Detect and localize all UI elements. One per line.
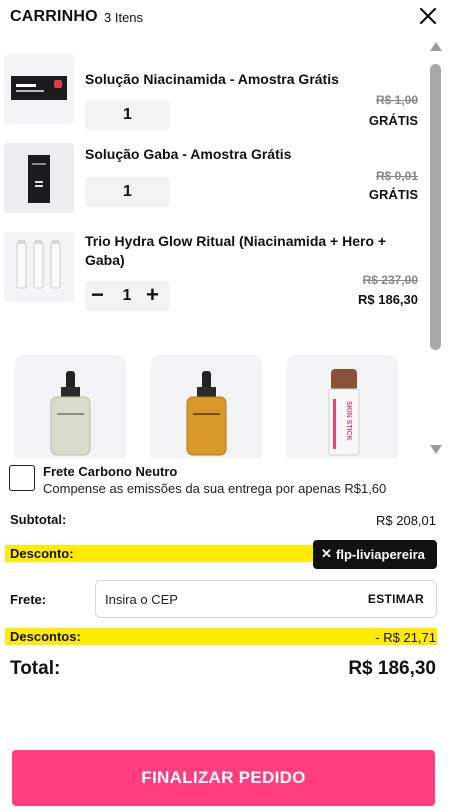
total-value: R$ 186,30 [348, 658, 436, 679]
cart-scrollbar[interactable] [428, 40, 444, 458]
item-name[interactable]: Solução Gaba - Amostra Grátis [85, 145, 415, 164]
decrease-quantity-button[interactable]: − [91, 282, 104, 308]
total-label: Total: [10, 658, 61, 679]
estimate-shipping-button[interactable]: ESTIMAR [368, 592, 424, 606]
cart-title: CARRINHO [10, 8, 98, 25]
quantity-value: 1 [123, 183, 132, 200]
original-price: R$ 237,00 [362, 273, 418, 287]
product-thumbnail[interactable] [4, 143, 74, 213]
close-icon[interactable] [417, 5, 439, 27]
scroll-up-arrow-icon[interactable] [430, 42, 442, 51]
remove-coupon-icon[interactable]: ✕ [321, 546, 332, 562]
current-price: GRÁTIS [368, 113, 418, 128]
subtotal-value: R$ 208,01 [376, 513, 436, 528]
quantity-value: 1 [122, 287, 132, 304]
cart-item: Trio Hydra Glow Ritual (Niacinamida + He… [0, 230, 424, 316]
cep-field: ESTIMAR [95, 580, 437, 618]
item-name[interactable]: Trio Hydra Glow Ritual (Niacinamida + He… [85, 232, 415, 270]
coupon-tag[interactable]: ✕ flp-liviapereira [313, 540, 437, 569]
product-thumbnail[interactable] [4, 232, 74, 302]
cep-input[interactable] [105, 589, 345, 609]
gaba-sachet-image [4, 143, 74, 213]
checkout-button[interactable]: FINALIZAR PEDIDO [12, 750, 435, 806]
item-name[interactable]: Solução Niacinamida - Amostra Grátis [85, 70, 415, 89]
recommendations-carousel: SKIN STICK [0, 355, 424, 458]
quantity-value: 1 [123, 106, 132, 123]
discount-label: Desconto: [10, 546, 74, 561]
niacinamida-box-image [4, 54, 74, 124]
quantity-display: 1 [85, 177, 170, 207]
recommended-product[interactable] [15, 355, 126, 458]
coupon-code: flp-liviapereira [336, 547, 425, 562]
current-price: GRÁTIS [368, 187, 418, 202]
product-thumbnail[interactable] [4, 54, 74, 124]
clear-serum-bottle-image [50, 371, 91, 456]
discounts-label: Descontos: [10, 629, 81, 644]
carbon-neutral-title: Frete Carbono Neutro [43, 464, 178, 479]
scroll-down-arrow-icon[interactable] [430, 445, 442, 454]
subtotal-label: Subtotal: [10, 512, 67, 527]
cart-item: Solução Gaba - Amostra Grátis 1 R$ 0,01 … [0, 143, 424, 215]
recommended-product[interactable]: SKIN STICK [287, 355, 398, 458]
original-price: R$ 0,01 [375, 169, 418, 183]
trio-tubes-image [4, 232, 74, 302]
shipping-label: Frete: [10, 592, 47, 607]
cart-item-count: 3 Itens [104, 10, 144, 25]
original-price: R$ 1,00 [375, 93, 418, 107]
carbon-neutral-option: Frete Carbono Neutro Compense as emissõe… [0, 462, 450, 498]
cart-header: CARRINHO 3 Itens [0, 0, 450, 34]
cart-item: Solução Niacinamida - Amostra Grátis 1 R… [0, 54, 424, 130]
current-price: R$ 186,30 [358, 292, 418, 307]
quantity-display: 1 [85, 100, 170, 130]
scrollbar-thumb[interactable] [430, 64, 441, 350]
carbon-neutral-checkbox[interactable] [9, 465, 35, 491]
skin-stick-label: SKIN STICK [345, 401, 352, 441]
carbon-neutral-description: Compense as emissões da sua entrega por … [43, 481, 387, 496]
skin-stick-image: SKIN STICK [328, 369, 360, 456]
amber-serum-bottle-image [186, 371, 227, 456]
discounts-value: - R$ 21,71 [375, 630, 436, 645]
recommended-product[interactable] [151, 355, 262, 458]
increase-quantity-button[interactable]: + [146, 282, 159, 308]
quantity-stepper: − 1 + [85, 281, 170, 311]
